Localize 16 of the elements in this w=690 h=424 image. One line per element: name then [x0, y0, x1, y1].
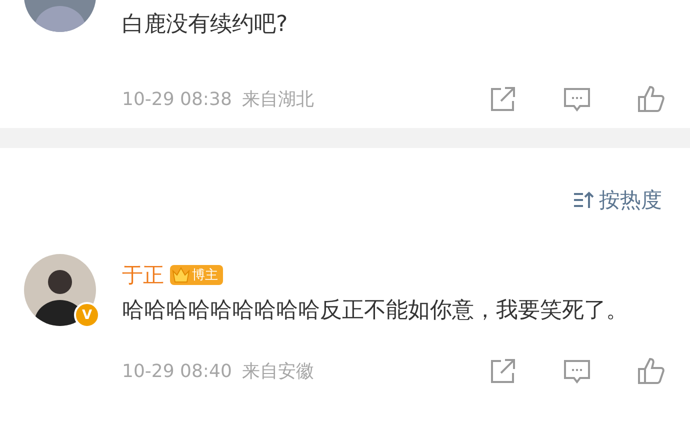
share-icon[interactable] — [488, 84, 518, 114]
author-badge: 博主 — [170, 265, 223, 285]
verified-badge: V — [74, 302, 100, 328]
sort-button[interactable]: 按热度 — [573, 186, 662, 214]
comment-time: 10-29 08:40 — [122, 360, 232, 382]
thumbs-up-icon[interactable] — [636, 356, 666, 386]
comment-time: 10-29 08:38 — [122, 88, 232, 110]
share-icon[interactable] — [488, 356, 518, 386]
crown-icon — [172, 267, 190, 283]
comment-location: 来自湖北 — [242, 88, 314, 111]
author-name[interactable]: 于正 — [122, 261, 164, 289]
thumbs-up-icon[interactable] — [636, 84, 666, 114]
comment-text: 哈哈哈哈哈哈哈哈哈反正不能如你意，我要笑死了。 — [122, 297, 629, 325]
sort-icon — [573, 190, 595, 210]
comment-location: 来自安徽 — [242, 360, 314, 383]
comment-text: 白鹿没有续约吧? — [122, 11, 289, 39]
